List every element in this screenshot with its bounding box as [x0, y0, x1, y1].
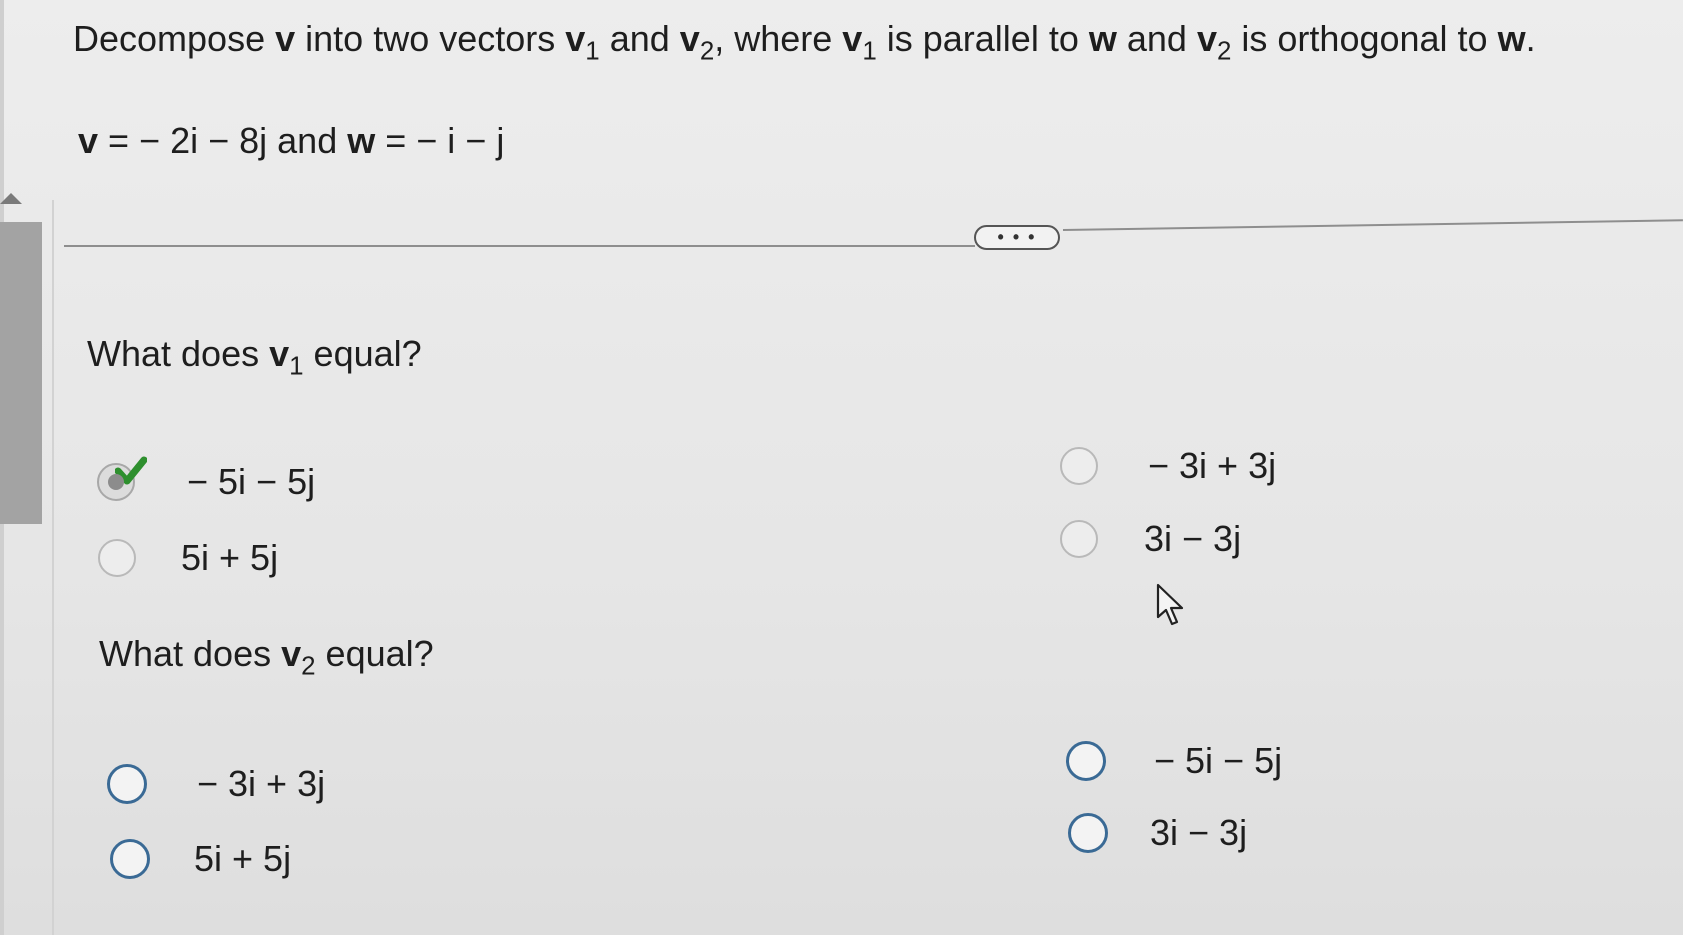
check-icon — [115, 456, 147, 485]
q2-option-4-label: 3i − 3j — [1150, 812, 1248, 853]
q1-radio-1[interactable] — [97, 456, 147, 501]
q1-option-3-label: − 3i + 3j — [1148, 445, 1277, 486]
section-divider-left — [64, 245, 975, 247]
q1-option-1[interactable]: − 5i − 5j — [97, 456, 316, 503]
q1-option-2[interactable]: 5i + 5j — [98, 537, 278, 579]
given-vectors: v = − 2i − 8j and w = − i − j — [78, 120, 505, 161]
q2-option-3[interactable]: − 5i − 5j — [1066, 740, 1282, 782]
q1-radio-3[interactable] — [1060, 447, 1098, 485]
q2-option-2-label: 5i + 5j — [194, 838, 292, 879]
q2-option-3-label: − 5i − 5j — [1154, 740, 1283, 781]
question-v2-label: What does v2 equal? — [99, 633, 434, 681]
q2-option-1-label: − 3i + 3j — [197, 763, 326, 804]
question-v1-label: What does v1 equal? — [87, 333, 422, 381]
scrollbar-thumb[interactable] — [0, 222, 42, 524]
expand-more-button[interactable]: • • • — [974, 225, 1060, 250]
q2-option-2[interactable]: 5i + 5j — [110, 838, 291, 880]
q2-radio-1[interactable] — [107, 764, 147, 804]
q1-option-1-label: − 5i − 5j — [187, 461, 316, 502]
q1-option-3[interactable]: − 3i + 3j — [1060, 445, 1276, 487]
problem-statement: Decompose v into two vectors v1 and v2, … — [73, 18, 1536, 66]
content-border — [52, 200, 54, 935]
scroll-up-arrow-icon[interactable] — [0, 193, 22, 204]
q2-option-1[interactable]: − 3i + 3j — [107, 763, 325, 805]
q1-option-4-label: 3i − 3j — [1144, 518, 1242, 559]
section-divider-right — [1062, 219, 1683, 231]
q1-option-4[interactable]: 3i − 3j — [1060, 518, 1241, 560]
q2-option-4[interactable]: 3i − 3j — [1068, 812, 1247, 854]
q1-radio-2[interactable] — [98, 539, 136, 577]
q2-radio-4[interactable] — [1068, 813, 1108, 853]
q2-radio-3[interactable] — [1066, 741, 1106, 781]
q1-option-2-label: 5i + 5j — [181, 537, 279, 578]
q1-radio-4[interactable] — [1060, 520, 1098, 558]
cursor-arrow-icon — [1156, 583, 1184, 626]
q2-radio-2[interactable] — [110, 839, 150, 879]
